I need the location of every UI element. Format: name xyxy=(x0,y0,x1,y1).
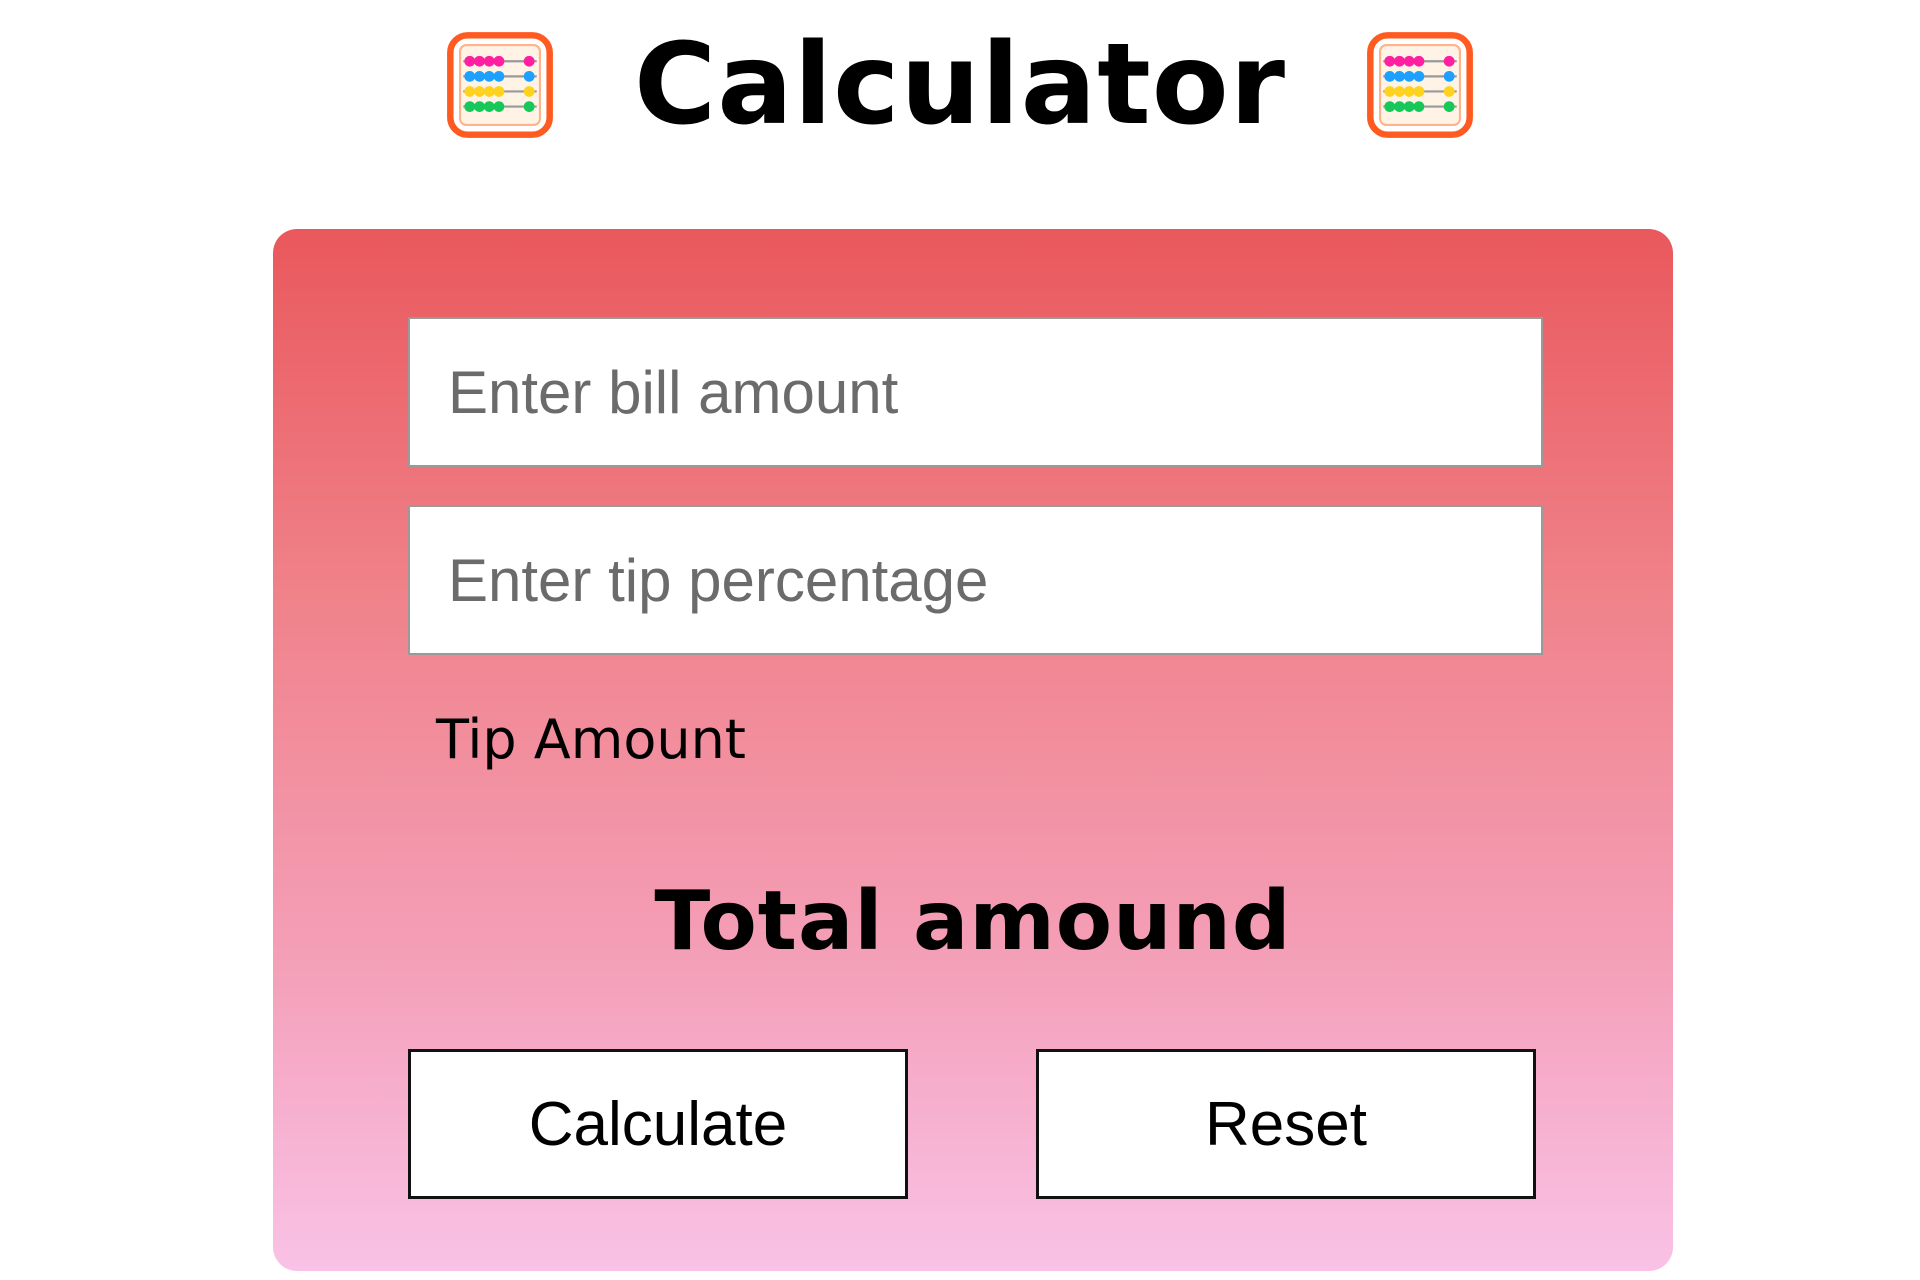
reset-button[interactable]: Reset xyxy=(1036,1049,1536,1199)
abacus-icon xyxy=(447,32,553,138)
total-amount-label: Total amound xyxy=(654,874,1292,969)
page-title: Calculator xyxy=(634,20,1286,150)
calculator-card: Tip Amount Total amound Calculate Reset xyxy=(273,229,1673,1271)
page-header: Calculator xyxy=(0,0,1920,170)
calculate-button[interactable]: Calculate xyxy=(408,1049,908,1199)
bill-amount-input[interactable] xyxy=(408,317,1543,467)
tip-percentage-input[interactable] xyxy=(408,505,1543,655)
tip-amount-label: Tip Amount xyxy=(436,708,746,771)
abacus-icon xyxy=(1367,32,1473,138)
